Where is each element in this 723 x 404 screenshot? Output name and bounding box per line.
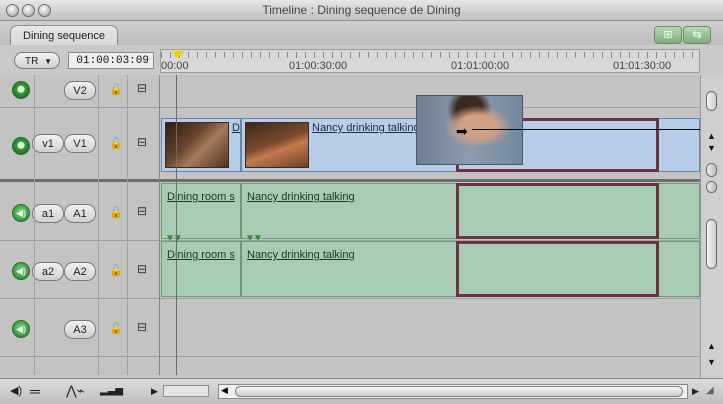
resize-grip-icon[interactable]: ◢: [706, 383, 714, 399]
tr-label: TR: [25, 56, 39, 67]
playhead-marker[interactable]: [172, 51, 184, 59]
time-ruler[interactable]: 00:00 01:00:30:00 01:01:00:00 01:01:30:0…: [160, 49, 700, 73]
scroll-up-arrow[interactable]: ▲: [707, 131, 716, 141]
target-icon[interactable]: [12, 81, 30, 99]
clip-overlay-toggle-icon[interactable]: ⊟: [137, 262, 147, 276]
sync-marker-icon: ▼▼: [165, 233, 183, 244]
title-bar: Timeline : Dining sequence de Dining: [0, 0, 723, 21]
ruler-tick-label: 01:00:30:00: [289, 60, 348, 72]
speaker-icon[interactable]: ◀): [12, 320, 30, 338]
lock-icon[interactable]: 🔓: [109, 206, 123, 219]
header-divider: [98, 75, 99, 375]
header-divider: [159, 75, 160, 375]
playhead-line: [176, 75, 177, 375]
clip-overlay-toggle-icon[interactable]: ⊟: [137, 320, 147, 334]
track-row-a3: [0, 298, 700, 357]
clip-thumbnail: [165, 122, 229, 168]
linking-toggle-icon[interactable]: ⇆: [683, 26, 711, 44]
scroll-right-arrow[interactable]: ▶: [151, 383, 158, 399]
source-track-a2[interactable]: a2: [32, 262, 64, 281]
clip-overlay-toggle-icon[interactable]: ⊟: [137, 135, 147, 149]
scroll-right-arrow[interactable]: ▶: [692, 383, 699, 399]
lock-icon[interactable]: 🔓: [109, 322, 123, 335]
destination-track-a3[interactable]: A3: [64, 320, 96, 339]
divider-handle[interactable]: [706, 163, 717, 177]
horizontal-scrollbar[interactable]: ◀: [218, 384, 688, 399]
timeline-window: Timeline : Dining sequence de Dining Din…: [0, 0, 723, 404]
target-icon[interactable]: [12, 137, 30, 155]
scroll-down-arrow[interactable]: ▼: [707, 143, 716, 153]
clip-thumbnail: [245, 122, 309, 168]
horizontal-scroll-thumb[interactable]: [235, 386, 683, 397]
video-clip[interactable]: D: [161, 118, 241, 172]
clip-title: D: [232, 122, 240, 134]
scroll-down-arrow[interactable]: ▼: [707, 357, 716, 367]
source-track-a1[interactable]: a1: [32, 204, 64, 223]
tr-menu-button[interactable]: TR ▼: [14, 52, 60, 69]
ruler-tick-label: 01:01:00:00: [451, 60, 510, 72]
scroll-left-arrow[interactable]: ◀: [221, 385, 228, 396]
clip-title: Nancy drinking talking: [312, 122, 420, 134]
ruler-ticks: [161, 52, 699, 58]
timeline-controls: TR ▼ 01:00:03:09 00:00 01:00:30:00 01:01…: [0, 45, 723, 76]
clip-overlay-toggle-icon[interactable]: ⊟: [137, 204, 147, 218]
chevron-down-icon: ▼: [44, 57, 52, 66]
video-scroll-thumb[interactable]: [706, 91, 717, 111]
track-v2-label[interactable]: V2: [64, 81, 96, 100]
sync-marker-icon: ▼▼: [245, 233, 263, 244]
audio-scroll-thumb[interactable]: [706, 219, 717, 269]
ruler-tick-label: 00:00: [161, 60, 189, 72]
tab-strip: Dining sequence ⊞ ⇆: [0, 21, 723, 46]
destination-track-a1[interactable]: A1: [64, 204, 96, 223]
audio-clip[interactable]: Dining room s: [161, 241, 241, 297]
track-row-v2: [0, 75, 700, 108]
track-size-icon[interactable]: ▂▃▅: [100, 383, 123, 399]
timeline-bottom-bar: ◀) ═ ⋀⌁ ▂▃▅ ▶ ◀ ▶ ◢: [0, 378, 723, 404]
ruler-tick-label: 01:01:30:00: [613, 60, 672, 72]
clip-title: Dining room s: [167, 191, 235, 203]
speaker-icon[interactable]: ◀): [12, 204, 30, 222]
destination-track-a2[interactable]: A2: [64, 262, 96, 281]
audio-clip[interactable]: Dining room s: [161, 183, 241, 239]
lock-icon[interactable]: 🔓: [109, 83, 123, 96]
tab-dining-sequence[interactable]: Dining sequence: [10, 25, 118, 46]
scroll-up-arrow[interactable]: ▲: [707, 341, 716, 351]
header-divider: [127, 75, 128, 375]
destination-track-v1[interactable]: V1: [64, 134, 96, 153]
divider-handle[interactable]: [706, 181, 717, 193]
zoom-slider[interactable]: [163, 385, 209, 397]
edit-line: [472, 129, 700, 130]
dragged-clip-preview[interactable]: [416, 95, 523, 165]
header-divider: [34, 75, 35, 375]
source-track-v1[interactable]: v1: [32, 134, 64, 153]
drop-target-outline: [456, 241, 659, 297]
tracks-area: V2 🔓 ⊟ v1 V1 🔓 ⊟ D Nancy drinking talkin…: [0, 75, 700, 375]
track-height-icon[interactable]: ═: [30, 383, 40, 399]
clip-keyframes-icon[interactable]: ⋀⌁: [66, 383, 85, 399]
clip-overlay-toggle-icon[interactable]: ⊟: [137, 81, 147, 95]
clip-title: Nancy drinking talking: [247, 191, 355, 203]
drop-target-outline: [456, 183, 659, 239]
current-timecode-field[interactable]: 01:00:03:09: [68, 52, 154, 69]
overwrite-arrow-icon: ➡: [456, 123, 468, 139]
speaker-icon[interactable]: ◀): [12, 262, 30, 280]
lock-icon[interactable]: 🔓: [109, 137, 123, 150]
vertical-scrollbar[interactable]: ▲ ▼ ▲ ▼: [700, 75, 723, 380]
lock-icon[interactable]: 🔓: [109, 264, 123, 277]
clip-title: Dining room s: [167, 249, 235, 261]
window-title: Timeline : Dining sequence de Dining: [262, 3, 461, 17]
snapping-toggle-icon[interactable]: ⊞: [654, 26, 682, 44]
speaker-icon[interactable]: ◀): [10, 383, 22, 399]
clip-title: Nancy drinking talking: [247, 249, 355, 261]
